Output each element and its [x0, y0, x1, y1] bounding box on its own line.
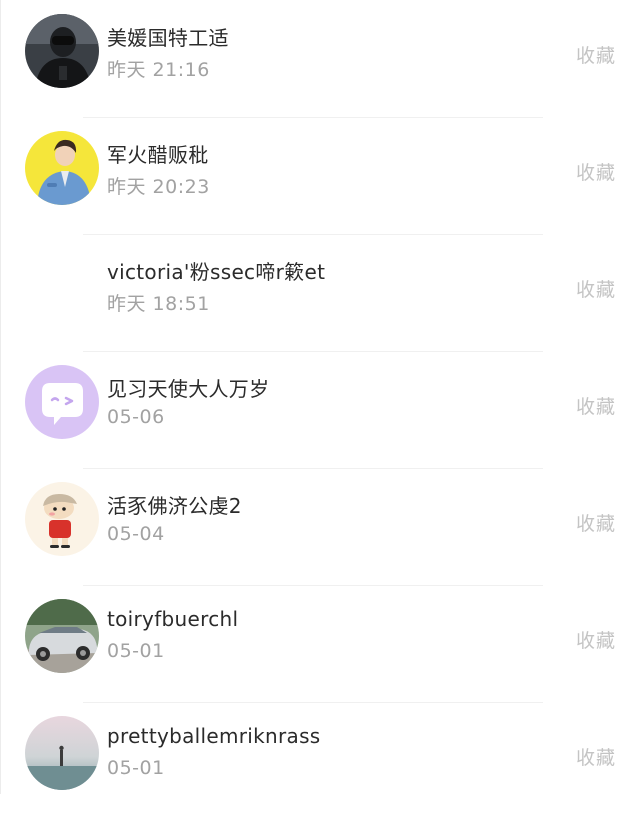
- avatar[interactable]: [25, 599, 99, 673]
- timestamp: 昨天 20:23: [107, 176, 210, 198]
- purple-chat-bubble-avatar-icon: [25, 365, 99, 439]
- list-item[interactable]: 见习天使大人万岁 05-06 收藏: [1, 351, 640, 468]
- avatar[interactable]: [25, 14, 99, 88]
- favorite-button[interactable]: 收藏: [576, 626, 616, 653]
- timestamp: 05-01: [107, 757, 165, 779]
- favorite-button[interactable]: 收藏: [576, 158, 616, 185]
- timestamp: 昨天 21:16: [107, 59, 210, 81]
- avatar[interactable]: [25, 365, 99, 439]
- favorite-button[interactable]: 收藏: [576, 509, 616, 536]
- list-item[interactable]: victoria'粉ssec啼r簌et 昨天 18:51 收藏: [1, 234, 640, 351]
- misty-landscape-avatar-icon: [25, 716, 99, 790]
- favorite-button[interactable]: 收藏: [576, 392, 616, 419]
- dark-portrait-avatar-icon: [25, 14, 99, 88]
- timestamp: 05-06: [107, 406, 165, 428]
- user-name[interactable]: 军火醋贩秕: [107, 139, 209, 168]
- favorite-button[interactable]: 收藏: [576, 743, 616, 770]
- user-name[interactable]: 活豕佛济公虔2: [107, 490, 242, 519]
- list-item[interactable]: 军火醋贩秕 昨天 20:23 收藏: [1, 117, 640, 234]
- timestamp: 05-01: [107, 640, 165, 662]
- list-item[interactable]: toiryfbuerchl 05-01 收藏: [1, 585, 640, 702]
- list-item[interactable]: 美媛国特工适 昨天 21:16 收藏: [1, 0, 640, 117]
- user-name[interactable]: toiryfbuerchl: [107, 607, 238, 631]
- list-item[interactable]: 活豕佛济公虔2 05-04 收藏: [1, 468, 640, 585]
- user-name[interactable]: 美媛国特工适: [107, 22, 229, 51]
- avatar[interactable]: [25, 131, 99, 205]
- favorite-button[interactable]: 收藏: [576, 275, 616, 302]
- car-photo-avatar-icon: [25, 599, 99, 673]
- user-name[interactable]: victoria'粉ssec啼r簌et: [107, 256, 325, 285]
- timestamp: 05-04: [107, 523, 165, 545]
- favorite-button[interactable]: 收藏: [576, 41, 616, 68]
- follower-list: 美媛国特工适 昨天 21:16 收藏 军火醋贩秕 昨天 20:23 收藏 vic…: [0, 0, 640, 794]
- crayon-boy-avatar-icon: [25, 482, 99, 556]
- timestamp: 昨天 18:51: [107, 293, 210, 315]
- list-item[interactable]: prettyballemriknrass 05-01 收藏: [1, 702, 640, 819]
- yellow-cartoon-avatar-icon: [25, 131, 99, 205]
- user-name[interactable]: 见习天使大人万岁: [107, 373, 269, 402]
- avatar[interactable]: [25, 716, 99, 790]
- avatar[interactable]: [25, 482, 99, 556]
- user-name[interactable]: prettyballemriknrass: [107, 724, 321, 748]
